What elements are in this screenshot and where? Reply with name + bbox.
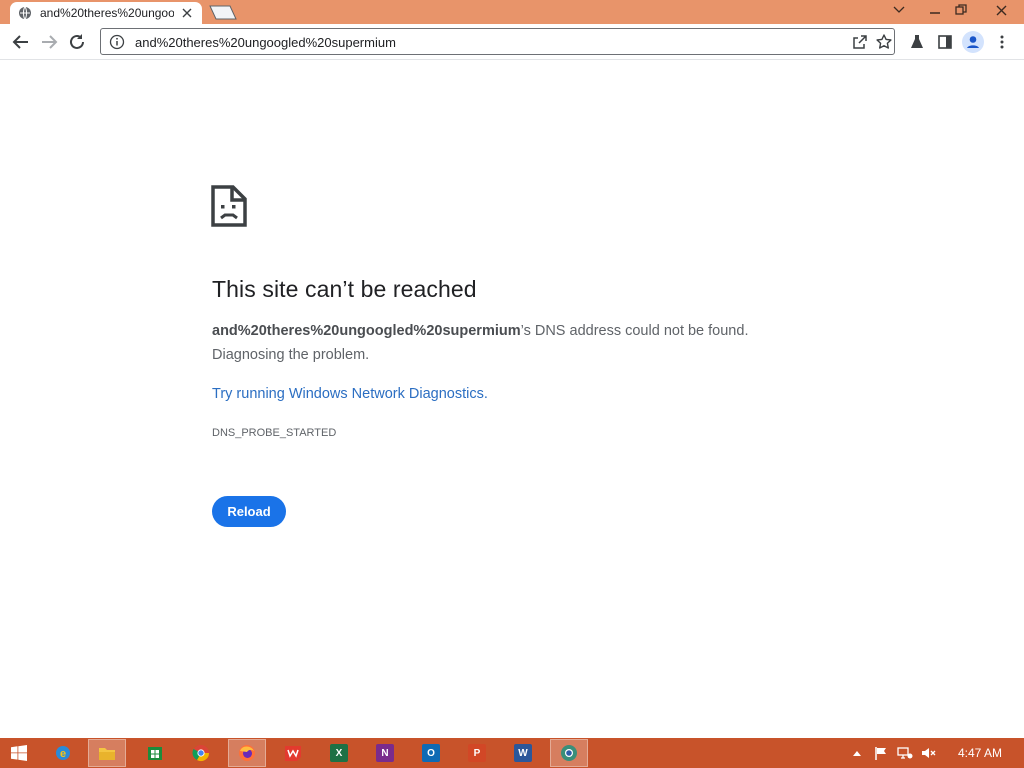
supermium-icon[interactable] <box>550 739 588 767</box>
word-glyph: W <box>514 744 532 762</box>
reload-button[interactable]: Reload <box>212 496 286 527</box>
taskbar: e X N O P W <box>0 738 1024 768</box>
tab-title: and%20theres%20ungoogled%20supermium <box>40 6 174 20</box>
store-icon[interactable] <box>136 739 174 767</box>
file-explorer-icon[interactable] <box>88 739 126 767</box>
word-icon[interactable]: W <box>504 739 542 767</box>
chrome-icon[interactable] <box>182 739 220 767</box>
back-arrow-icon[interactable] <box>9 30 33 54</box>
address-bar[interactable]: and%20theres%20ungoogled%20supermium <box>100 28 895 55</box>
powerpoint-glyph: P <box>468 744 486 762</box>
onenote-glyph: N <box>376 744 394 762</box>
sad-page-icon <box>211 185 247 227</box>
diagnosing-text: Diagnosing the problem. <box>212 347 370 363</box>
powerpoint-icon[interactable]: P <box>458 739 496 767</box>
windows-start-icon[interactable] <box>0 739 38 767</box>
browser-toolbar: and%20theres%20ungoogled%20supermium <box>0 24 1024 60</box>
side-panel-icon[interactable] <box>933 30 957 54</box>
network-icon[interactable] <box>896 744 914 762</box>
new-tab-button[interactable] <box>208 5 238 20</box>
excel-icon[interactable]: X <box>320 739 358 767</box>
forward-arrow-icon[interactable] <box>37 30 61 54</box>
tray-overflow-icon[interactable] <box>848 744 866 762</box>
address-text: and%20theres%20ungoogled%20supermium <box>135 35 396 50</box>
share-icon[interactable] <box>851 33 869 51</box>
error-message-suffix: ’s DNS address could not be found. <box>520 323 749 339</box>
browser-tab[interactable]: and%20theres%20ungoogled%20supermium <box>10 2 202 24</box>
error-title: This site can’t be reached <box>212 276 477 302</box>
reload-icon[interactable] <box>65 30 89 54</box>
volume-muted-icon[interactable] <box>920 744 938 762</box>
profile-avatar-icon[interactable] <box>961 30 985 54</box>
close-window-button[interactable] <box>978 0 1024 20</box>
close-tab-icon[interactable] <box>180 6 194 20</box>
action-center-flag-icon[interactable] <box>872 744 890 762</box>
labs-flask-icon[interactable] <box>905 30 929 54</box>
error-message: and%20theres%20ungoogled%20supermium’s D… <box>212 323 748 339</box>
restore-button[interactable] <box>944 0 978 20</box>
outlook-glyph: O <box>422 744 440 762</box>
network-diagnostics-link[interactable]: Try running Windows Network Diagnostics. <box>212 386 488 402</box>
error-host: and%20theres%20ungoogled%20supermium <box>212 323 521 339</box>
bookmark-star-icon[interactable] <box>875 33 893 51</box>
tab-strip: and%20theres%20ungoogled%20supermium <box>0 0 1024 24</box>
info-icon[interactable] <box>109 34 125 50</box>
onenote-icon[interactable]: N <box>366 739 404 767</box>
more-menu-icon[interactable] <box>990 30 1014 54</box>
globe-icon <box>18 6 32 20</box>
svg-text:e: e <box>60 748 66 760</box>
taskbar-clock[interactable]: 4:47 AM <box>958 746 1002 760</box>
outlook-icon[interactable]: O <box>412 739 450 767</box>
wps-office-icon[interactable] <box>274 739 312 767</box>
excel-glyph: X <box>330 744 348 762</box>
firefox-icon[interactable] <box>228 739 266 767</box>
internet-explorer-icon[interactable]: e <box>44 739 82 767</box>
chevron-down-icon[interactable] <box>882 0 916 20</box>
error-code: DNS_PROBE_STARTED <box>212 427 337 439</box>
